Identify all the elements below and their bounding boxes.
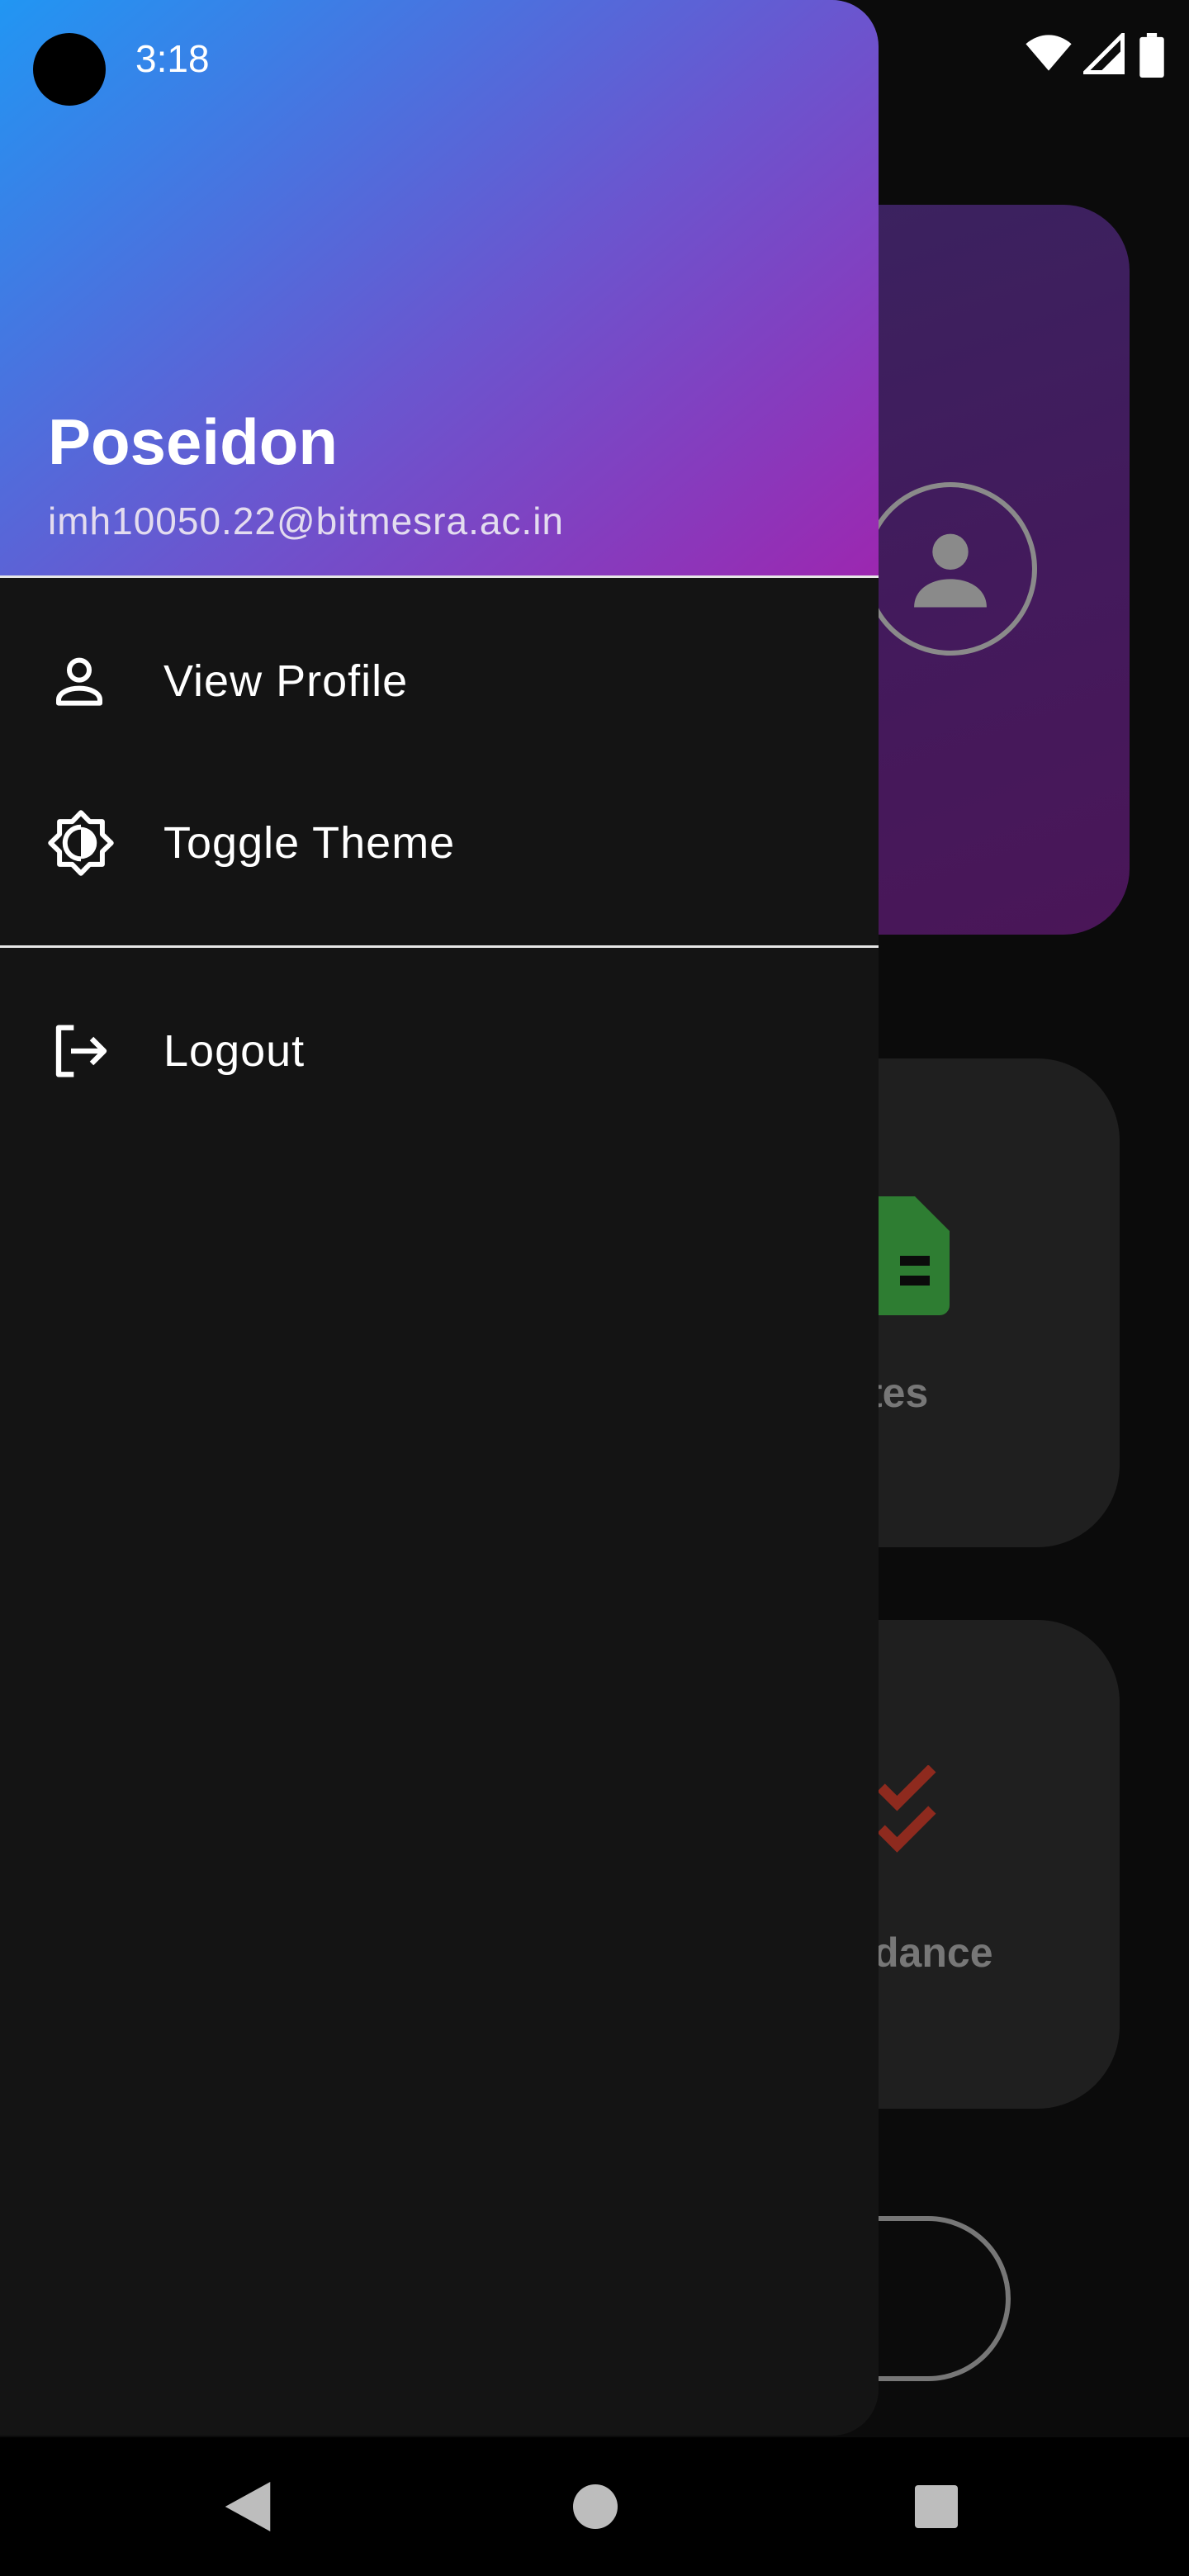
user-name: Poseidon [48, 405, 339, 478]
status-bar: 3:18 [0, 0, 1189, 116]
brightness-icon [48, 810, 114, 876]
system-navigation-bar [0, 2437, 1189, 2576]
back-icon[interactable] [225, 2482, 271, 2531]
cellular-signal-icon [1080, 30, 1125, 74]
double-check-icon [877, 1765, 936, 1853]
toggle-theme-label: Toggle Theme [163, 818, 456, 868]
home-icon[interactable] [573, 2484, 618, 2529]
view-profile-label: View Profile [163, 656, 409, 706]
screen: tes dance Poseidon imh10050.22@bitmesra.… [0, 0, 1189, 2576]
camera-cutout [33, 33, 106, 106]
wifi-icon [1026, 35, 1072, 71]
menu-divider [0, 945, 879, 948]
user-email: imh10050.22@bitmesra.ac.in [48, 500, 565, 542]
status-icons [1025, 30, 1164, 78]
account-circle-icon [914, 533, 987, 608]
attendance-label: dance [874, 1930, 993, 1976]
status-time: 3:18 [135, 37, 210, 80]
logout-label: Logout [163, 1026, 306, 1076]
menu-item-toggle-theme[interactable]: Toggle Theme [0, 765, 879, 921]
logout-icon [55, 1025, 107, 1077]
header-divider [0, 575, 879, 578]
battery-icon [1139, 33, 1164, 78]
navigation-drawer: Poseidon imh10050.22@bitmesra.ac.in View… [0, 0, 879, 2436]
menu-item-logout[interactable]: Logout [0, 973, 879, 1129]
person-icon [56, 657, 102, 706]
menu-item-view-profile[interactable]: View Profile [0, 603, 879, 760]
avatar [864, 482, 1037, 656]
recents-icon[interactable] [915, 2485, 958, 2528]
